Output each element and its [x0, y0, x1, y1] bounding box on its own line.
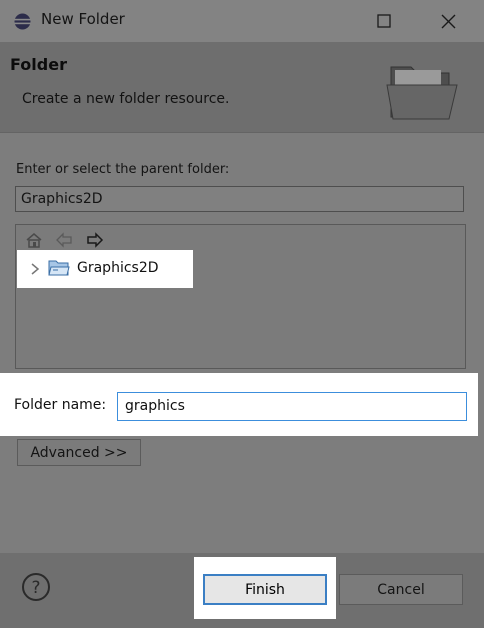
- project-folder-icon: [48, 260, 70, 276]
- forward-arrow-icon[interactable]: [86, 232, 104, 248]
- advanced-button[interactable]: Advanced >>: [17, 439, 141, 466]
- chevron-right-icon[interactable]: [29, 262, 41, 276]
- close-icon: [441, 14, 455, 28]
- parent-folder-label: Enter or select the parent folder:: [16, 162, 230, 177]
- maximize-button[interactable]: [356, 0, 412, 42]
- parent-folder-input[interactable]: Graphics2D: [15, 186, 464, 212]
- page-title: Folder: [10, 55, 67, 74]
- folder-name-input[interactable]: graphics: [117, 392, 467, 421]
- maximize-icon: [377, 14, 391, 28]
- eclipse-icon: [14, 13, 31, 30]
- cancel-button[interactable]: Cancel: [339, 574, 463, 605]
- folder-open-icon: [386, 66, 458, 120]
- folder-name-label: Folder name:: [14, 397, 107, 413]
- tree-item-label: Graphics2D: [77, 260, 159, 276]
- home-icon[interactable]: [25, 232, 43, 248]
- folder-tree[interactable]: [15, 224, 466, 369]
- back-arrow-icon[interactable]: [55, 232, 73, 248]
- window-title: New Folder: [41, 10, 125, 28]
- close-button[interactable]: [420, 0, 476, 42]
- finish-button[interactable]: Finish: [203, 574, 327, 605]
- page-description: Create a new folder resource.: [22, 91, 230, 107]
- header-divider: [0, 132, 484, 133]
- svg-text:?: ?: [31, 578, 40, 598]
- help-icon[interactable]: ?: [21, 572, 51, 602]
